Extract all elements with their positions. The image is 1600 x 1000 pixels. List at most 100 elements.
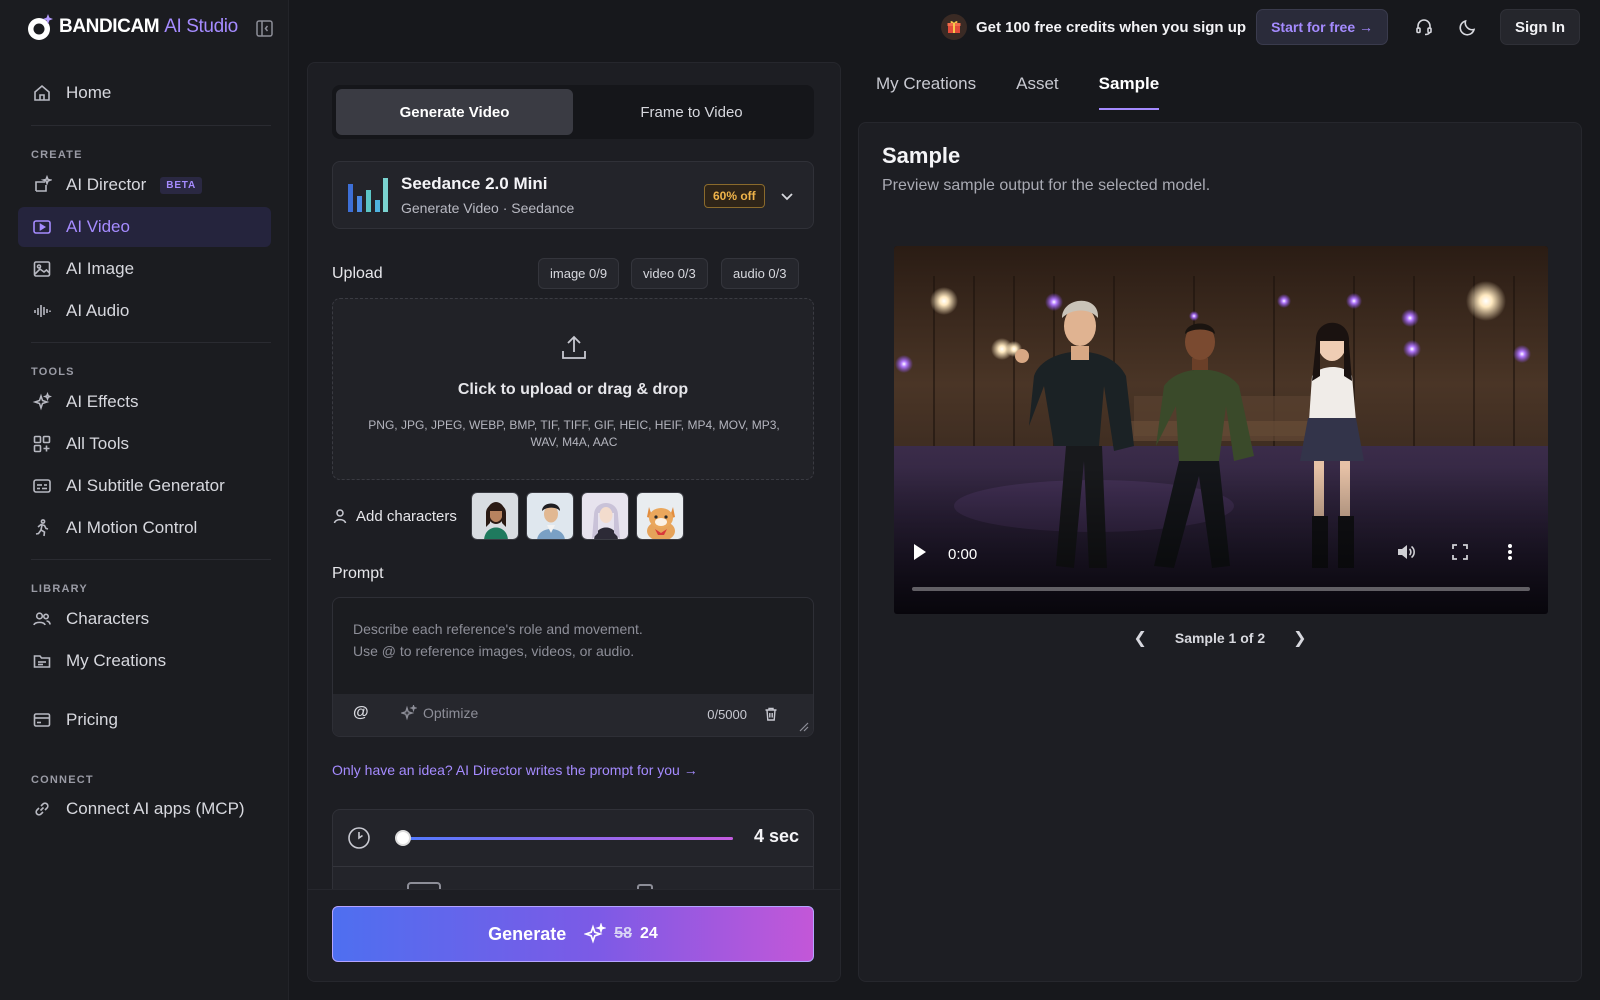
- trash-icon[interactable]: [763, 706, 779, 722]
- model-selector[interactable]: Seedance 2.0 Mini Generate Video · Seeda…: [332, 161, 814, 229]
- running-person-icon: [32, 518, 52, 538]
- folder-icon: [32, 651, 52, 671]
- bandicam-logo-icon: [26, 13, 54, 41]
- character-thumb[interactable]: [525, 492, 574, 540]
- sidebar-item-ai-motion-control[interactable]: AI Motion Control: [18, 508, 271, 548]
- sidebar-item-label: Connect AI apps (MCP): [66, 799, 245, 818]
- pricing-card-icon: [32, 710, 52, 730]
- fullscreen-icon[interactable]: [1450, 542, 1470, 562]
- grid-icon: [32, 434, 52, 454]
- optimize-button[interactable]: Optimize: [401, 705, 478, 721]
- magic-sparkle-icon: [401, 705, 417, 721]
- mention-button[interactable]: @: [353, 704, 369, 722]
- sidebar-item-label: AI Video: [66, 217, 130, 236]
- tab-sample[interactable]: Sample: [1098, 74, 1160, 110]
- upload-label: Upload: [332, 265, 383, 282]
- upload-title: Click to upload or drag & drop: [457, 381, 689, 398]
- sidebar-item-label: Characters: [66, 609, 150, 628]
- sidebar-item-ai-video[interactable]: AI Video: [18, 207, 271, 247]
- sidebar-item-label: AI Effects: [66, 392, 139, 411]
- discounted-credit-cost: 24: [640, 925, 658, 942]
- resize-handle-icon[interactable]: [799, 722, 809, 732]
- person-icon: [332, 508, 348, 524]
- play-icon[interactable]: [912, 542, 928, 562]
- sample-title: Sample: [882, 143, 961, 168]
- sample-subtitle: Preview sample output for the selected m…: [882, 177, 1211, 194]
- character-thumb[interactable]: [635, 492, 684, 540]
- audio-count-chip: audio 0/3: [721, 258, 799, 289]
- sidebar-divider: [31, 342, 271, 343]
- sign-in-button[interactable]: Sign In: [1500, 9, 1580, 45]
- sidebar-item-label: AI Audio: [66, 301, 130, 320]
- video-icon: [32, 217, 52, 237]
- tab-generate-video[interactable]: Generate Video: [336, 89, 573, 135]
- upload-dropzone[interactable]: Click to upload or drag & drop PNG, JPG,…: [332, 298, 814, 480]
- sidebar-item-all-tools[interactable]: All Tools: [18, 424, 271, 464]
- sidebar-item-ai-subtitle-generator[interactable]: AI Subtitle Generator: [18, 466, 271, 506]
- tab-asset[interactable]: Asset: [1016, 74, 1059, 110]
- sample-panel: Sample Preview sample output for the sel…: [858, 122, 1582, 982]
- users-icon: [32, 609, 52, 629]
- duration-slider-knob[interactable]: [395, 830, 411, 846]
- video-time: 0:00: [948, 546, 978, 563]
- sidebar-item-label: All Tools: [66, 434, 129, 453]
- image-count-chip: image 0/9: [538, 258, 620, 289]
- image-icon: [32, 259, 52, 279]
- add-characters-label: Add characters: [356, 507, 457, 525]
- start-for-free-button[interactable]: Start for free →: [1256, 9, 1388, 45]
- promo-text: Get 100 free credits when you sign up: [976, 18, 1247, 36]
- duration-value: 4 sec: [753, 826, 799, 846]
- sidebar-item-my-creations[interactable]: My Creations: [18, 641, 271, 681]
- generate-button[interactable]: Generate 58 24: [332, 906, 814, 962]
- model-subtitle: Generate Video · Seedance: [401, 200, 575, 216]
- ai-director-prompt-link[interactable]: Only have an idea? AI Director writes th…: [332, 762, 698, 778]
- character-thumb[interactable]: [580, 492, 629, 540]
- headset-support-icon[interactable]: [1406, 9, 1442, 45]
- character-thumb[interactable]: [470, 492, 519, 540]
- generate-footer: Generate 58 24: [308, 889, 840, 981]
- director-icon: [32, 175, 52, 195]
- brand-name: BANDICAM AI Studio: [59, 16, 238, 37]
- video-progress-bar[interactable]: [912, 587, 1530, 591]
- beta-badge: BETA: [160, 176, 202, 194]
- generate-label: Generate: [488, 923, 567, 944]
- home-icon: [32, 83, 52, 103]
- duration-slider[interactable]: [397, 837, 733, 840]
- seedance-logo-icon: [347, 176, 389, 214]
- link-icon: [32, 799, 52, 819]
- prompt-box: Describe each reference's role and movem…: [332, 597, 814, 737]
- sidebar-item-label: Pricing: [66, 710, 118, 729]
- generator-mode-tabs: Generate Video Frame to Video: [332, 85, 814, 139]
- output-tabs: My Creations Asset Sample: [876, 74, 1199, 110]
- tab-my-creations[interactable]: My Creations: [876, 74, 976, 110]
- sidebar-item-label: AI Director: [66, 175, 147, 194]
- topbar: Get 100 free credits when you sign up St…: [941, 9, 1580, 45]
- tab-frame-to-video[interactable]: Frame to Video: [573, 89, 810, 135]
- sidebar-item-characters[interactable]: Characters: [18, 599, 271, 639]
- settings-divider: [333, 866, 813, 867]
- credits-sparkle-icon: [584, 923, 607, 945]
- previous-sample-button[interactable]: ❮: [1117, 628, 1162, 648]
- sidebar-item-connect-mcp[interactable]: Connect AI apps (MCP): [18, 789, 271, 829]
- volume-icon[interactable]: [1396, 542, 1416, 562]
- next-sample-button[interactable]: ❯: [1277, 628, 1322, 648]
- sidebar-item-ai-audio[interactable]: AI Audio: [18, 291, 271, 331]
- add-characters-row: Add characters: [332, 491, 691, 541]
- sidebar-divider: [31, 125, 271, 126]
- prompt-input[interactable]: Describe each reference's role and movem…: [353, 618, 793, 662]
- brand-logo[interactable]: BANDICAM AI Studio: [26, 12, 238, 42]
- sidebar-item-ai-director[interactable]: AI Director BETA: [18, 165, 271, 205]
- sidebar-item-home[interactable]: Home: [18, 73, 271, 113]
- sidebar-item-label: AI Motion Control: [66, 518, 198, 537]
- dark-mode-moon-icon[interactable]: [1450, 9, 1486, 45]
- sidebar-collapse-icon[interactable]: [256, 20, 273, 37]
- optimize-label: Optimize: [423, 705, 479, 721]
- sample-video-player[interactable]: 0:00: [894, 246, 1548, 614]
- discount-badge: 60% off: [704, 184, 765, 208]
- sidebar-item-ai-effects[interactable]: AI Effects: [18, 382, 271, 422]
- more-options-icon[interactable]: [1500, 542, 1520, 562]
- sidebar-item-ai-image[interactable]: AI Image: [18, 249, 271, 289]
- sidebar-item-pricing[interactable]: Pricing: [18, 700, 271, 740]
- sidebar-item-label: My Creations: [66, 651, 167, 670]
- character-count: 0/5000: [707, 707, 747, 722]
